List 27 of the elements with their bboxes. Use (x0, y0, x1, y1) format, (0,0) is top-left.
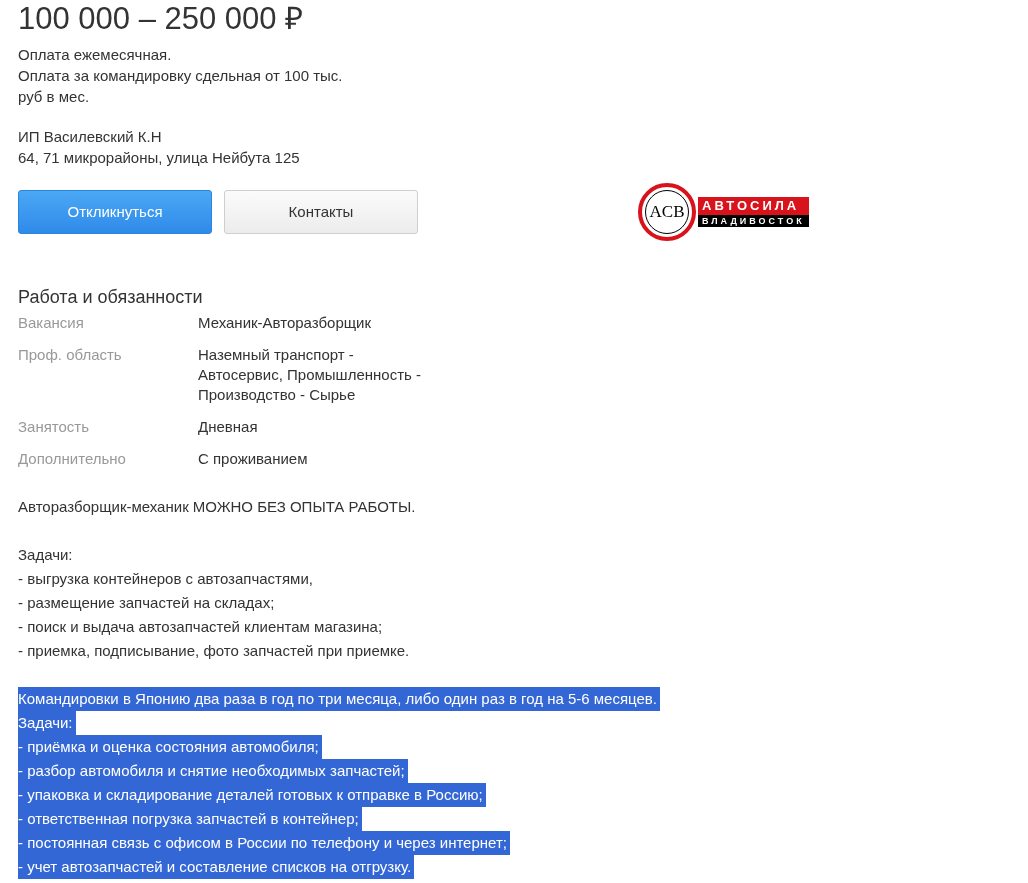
description-line: Авторазборщик-механик МОЖНО БЕЗ ОПЫТА РАБОТЫ. (18, 497, 416, 517)
field-value: Производство - Сырье (198, 385, 357, 405)
salary: 100 000 – 250 000 ₽ (18, 0, 305, 38)
description-line: - приемка, подписывание, фото запчастей при приемке. (18, 641, 410, 661)
description-line: - размещение запчастей на складах; (18, 593, 275, 613)
field-value: Автосервис, Промышленность - (198, 365, 421, 385)
field-label: Проф. область (18, 345, 123, 365)
field-value: Механик-Авторазборщик (198, 313, 372, 333)
field-value: С проживанием (198, 449, 308, 469)
description-line: - выгрузка контейнеров с автозапчастями, (18, 569, 313, 589)
section-title: Работа и обязанности (18, 286, 204, 309)
logo-monogram: ACB (649, 201, 685, 224)
logo-brand: АВТОСИЛА (698, 197, 809, 215)
field-value: Наземный транспорт - (198, 345, 355, 365)
field-label: Занятость (18, 417, 91, 437)
salary-note: Оплата ежемесячная. (18, 45, 173, 65)
field-label: Дополнительно (18, 449, 127, 469)
field-value: Дневная (198, 417, 258, 437)
employer-address: 64, 71 микрорайоны, улица Нейбута 125 (18, 148, 301, 168)
description-line: Задачи: (18, 545, 73, 565)
employer-name: ИП Василевский К.Н (18, 127, 163, 147)
description-line: - поиск и выдача автозапчастей клиентам магазина; (18, 617, 383, 637)
contacts-button[interactable]: Контакты (224, 190, 418, 234)
salary-note: руб в мес. (18, 87, 91, 107)
logo-city: ВЛАДИВОСТОК (698, 215, 809, 227)
salary-note: Оплата за командировку сдельная от 100 тыс. (18, 66, 344, 86)
field-label: Вакансия (18, 313, 85, 333)
